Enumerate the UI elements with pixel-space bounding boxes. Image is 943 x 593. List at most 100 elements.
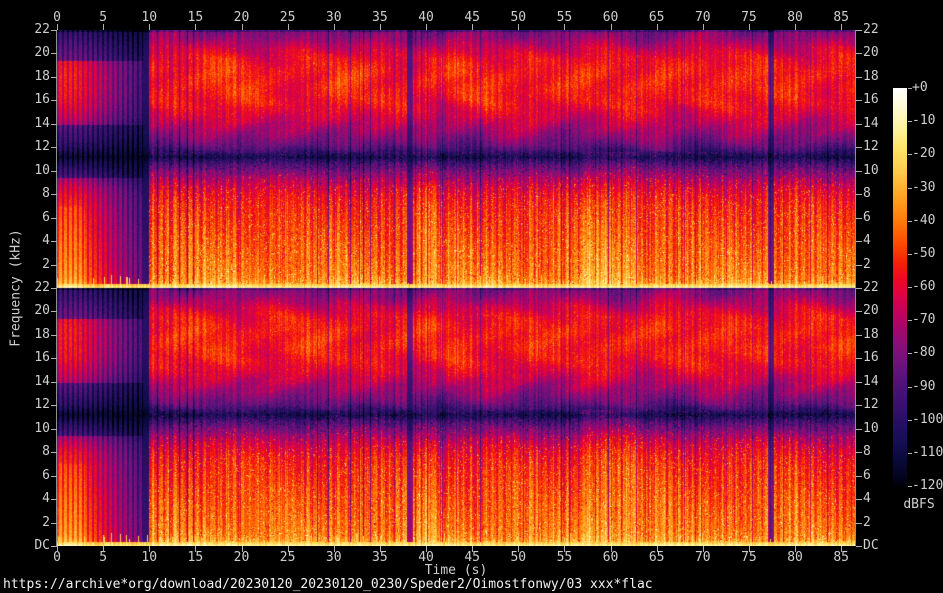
freq-tick-left xyxy=(51,311,57,312)
freq-dc-label-left: DC xyxy=(34,538,50,553)
freq-tick-right xyxy=(856,241,862,242)
x-tick-label-bottom: 50 xyxy=(510,550,527,565)
x-tick-bottom xyxy=(195,546,196,552)
x-tick-top xyxy=(472,24,473,30)
colorbar-tick-label: -40 xyxy=(912,213,936,228)
x-tick-bottom xyxy=(288,546,289,552)
freq-tick-label-left: 8 xyxy=(42,186,50,201)
x-tick-label-bottom: 30 xyxy=(325,550,342,565)
freq-tick-right xyxy=(856,124,862,125)
freq-tick-left xyxy=(51,476,57,477)
freq-tick-left xyxy=(51,546,57,547)
freq-tick-right xyxy=(856,452,862,453)
x-tick-bottom xyxy=(472,546,473,552)
freq-tick-label-left: 22 xyxy=(34,22,50,37)
freq-tick-label-left: 16 xyxy=(34,350,50,365)
x-tick-bottom xyxy=(380,546,381,552)
freq-tick-left xyxy=(51,358,57,359)
x-tick-bottom xyxy=(795,546,796,552)
freq-tick-label-left: 10 xyxy=(34,163,50,178)
freq-tick-right xyxy=(856,382,862,383)
x-tick-top xyxy=(564,24,565,30)
freq-tick-label-left: 12 xyxy=(34,397,50,412)
colorbar-tick-label: +0 xyxy=(912,80,928,95)
x-tick-label-bottom: 10 xyxy=(141,550,158,565)
freq-tick-label-left: 14 xyxy=(34,374,50,389)
freq-tick-left xyxy=(51,53,57,54)
freq-tick-label-left: 10 xyxy=(34,421,50,436)
colorbar-tick xyxy=(908,320,912,321)
colorbar-tick xyxy=(908,154,912,155)
x-tick-label-bottom: 25 xyxy=(279,550,296,565)
x-tick-label-top: 10 xyxy=(141,10,158,25)
freq-tick-right xyxy=(856,335,862,336)
colorbar-tick xyxy=(908,221,912,222)
freq-tick-label-right: 12 xyxy=(863,139,879,154)
freq-tick-left xyxy=(51,288,57,289)
freq-tick-right xyxy=(856,53,862,54)
x-tick-bottom xyxy=(518,546,519,552)
x-tick-label-bottom: 75 xyxy=(741,550,757,565)
colorbar-tick xyxy=(908,121,912,122)
colorbar-tick xyxy=(908,486,912,487)
colorbar-tick-label: -110 xyxy=(912,445,943,460)
x-tick-label-bottom: 40 xyxy=(418,550,434,565)
freq-tick-label-right: 4 xyxy=(863,491,871,506)
source-url-text: https://archive*org/download/20230120_20… xyxy=(3,577,653,592)
x-tick-top xyxy=(195,24,196,30)
x-tick-label-bottom: 35 xyxy=(372,550,388,565)
x-tick-top xyxy=(611,24,612,30)
freq-tick-right xyxy=(856,523,862,524)
x-tick-bottom xyxy=(103,546,104,552)
freq-tick-left xyxy=(51,335,57,336)
freq-tick-right xyxy=(856,77,862,78)
freq-tick-label-right: 16 xyxy=(863,92,879,107)
x-tick-top xyxy=(334,24,335,30)
freq-tick-label-right: 18 xyxy=(863,327,879,342)
colorbar-tick xyxy=(908,353,912,354)
x-tick-label-bottom: 65 xyxy=(648,550,665,565)
freq-dc-label-right: DC xyxy=(863,538,879,553)
colorbar-tick-label: -60 xyxy=(912,279,936,294)
freq-tick-right xyxy=(856,405,862,406)
freq-tick-left xyxy=(51,405,57,406)
x-tick-top xyxy=(426,24,427,30)
freq-tick-label-right: 6 xyxy=(863,468,871,483)
x-tick-label-top: 75 xyxy=(741,10,757,25)
freq-tick-left xyxy=(51,218,57,219)
freq-tick-label-right: 8 xyxy=(863,186,871,201)
freq-tick-right xyxy=(856,30,862,31)
x-tick-bottom xyxy=(242,546,243,552)
freq-tick-left xyxy=(51,124,57,125)
x-tick-label-top: 25 xyxy=(279,10,296,25)
colorbar-tick xyxy=(908,387,912,388)
x-tick-label-top: 65 xyxy=(648,10,665,25)
x-tick-top xyxy=(703,24,704,30)
freq-tick-left xyxy=(51,100,57,101)
x-tick-bottom xyxy=(749,546,750,552)
colorbar-tick-label: -100 xyxy=(912,412,943,427)
freq-tick-left xyxy=(51,382,57,383)
x-tick-label-top: 50 xyxy=(510,10,527,25)
x-tick-label-top: 35 xyxy=(372,10,388,25)
freq-tick-label-right: 2 xyxy=(863,515,871,530)
freq-tick-right xyxy=(856,288,862,289)
freq-tick-label-left: 18 xyxy=(34,69,50,84)
freq-tick-label-right: 6 xyxy=(863,210,871,225)
x-tick-top xyxy=(841,24,842,30)
x-tick-top xyxy=(749,24,750,30)
freq-tick-label-left: 12 xyxy=(34,139,50,154)
x-tick-label-bottom: 45 xyxy=(464,550,480,565)
freq-tick-label-right: 10 xyxy=(863,163,879,178)
freq-tick-right xyxy=(856,358,862,359)
freq-tick-label-left: 14 xyxy=(34,116,50,131)
x-tick-top xyxy=(380,24,381,30)
freq-tick-label-left: 22 xyxy=(34,280,50,295)
freq-tick-right xyxy=(856,311,862,312)
x-tick-label-top: 15 xyxy=(187,10,204,25)
freq-tick-left xyxy=(51,194,57,195)
freq-tick-left xyxy=(51,30,57,31)
colorbar-tick xyxy=(908,254,912,255)
freq-tick-label-right: 22 xyxy=(863,280,879,295)
x-tick-top xyxy=(242,24,243,30)
